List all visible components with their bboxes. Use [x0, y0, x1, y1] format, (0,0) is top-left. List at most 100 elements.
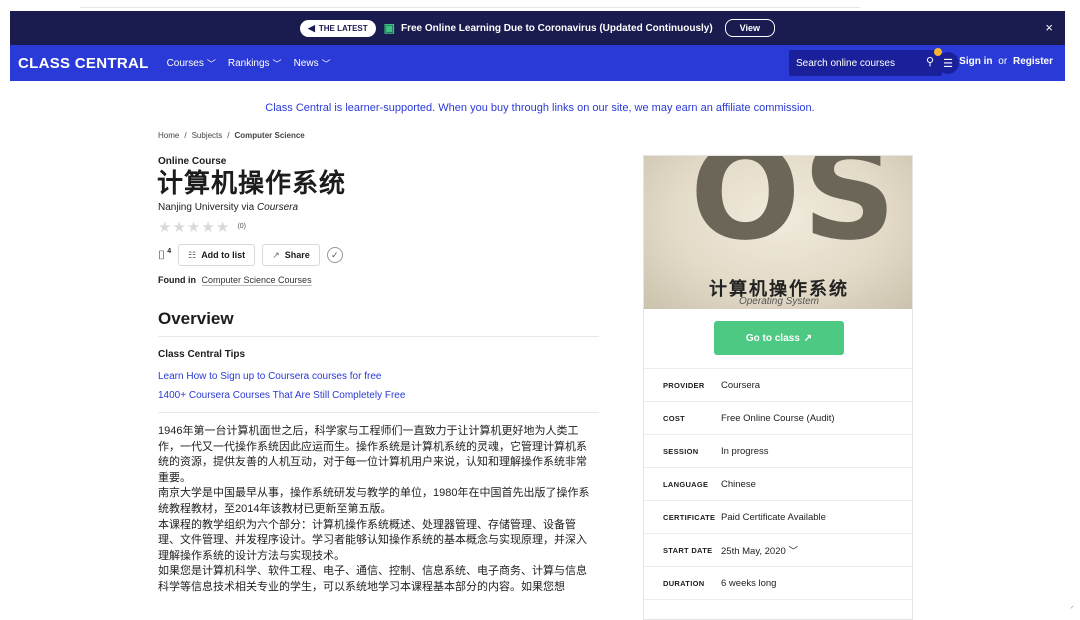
breadcrumb-separator: /	[227, 131, 230, 140]
star-icon: ★	[215, 219, 231, 236]
share-icon: ↗	[272, 249, 280, 260]
description-paragraph: 1946年第一台计算机面世之后，科学家与工程师们一直致力于让计算机更好地为人类工…	[158, 425, 587, 484]
chevron-down-icon: ﹀	[788, 546, 798, 557]
main-navbar: CLASS CENTRAL Courses ﹀ Rankings ﹀ News …	[10, 45, 1065, 81]
my-list-icon[interactable]: ☰	[937, 52, 959, 74]
register-link[interactable]: Register	[1013, 56, 1053, 67]
latest-badge: ◀ THE LATEST	[299, 19, 376, 37]
top-strip	[80, 0, 860, 8]
cover-subtitle: Operating System	[738, 296, 820, 307]
class-central-logo[interactable]: CLASS CENTRAL	[18, 55, 149, 72]
provider-prefix: Nanjing University via	[158, 202, 255, 213]
course-type: Online Course	[158, 156, 227, 167]
nav-rankings[interactable]: Rankings ﹀	[228, 57, 282, 70]
course-cover-image: OS 计算机操作系统 Operating System	[644, 156, 912, 309]
detail-key: START DATE	[663, 545, 713, 555]
found-in: Found in Computer Science Courses	[158, 275, 312, 286]
breadcrumb-home[interactable]: Home	[158, 131, 179, 140]
rating-stars[interactable]: ★★★★★ (0)	[158, 218, 246, 236]
banner-message[interactable]: Free Online Learning Due to Coronavirus …	[401, 23, 713, 34]
affiliate-notice[interactable]: Class Central is learner-supported. When…	[0, 102, 1080, 114]
detail-value: Chinese	[721, 478, 756, 490]
platform-link[interactable]: Coursera	[257, 202, 298, 213]
overview-heading: Overview	[158, 309, 234, 328]
course-sidebar-card: OS 计算机操作系统 Operating System Go to class …	[643, 155, 913, 620]
divider	[158, 336, 599, 337]
detail-row-start-date[interactable]: START DATE 25th May, 2020 ﹀	[644, 533, 912, 566]
found-in-link[interactable]: Computer Science Courses	[201, 275, 312, 286]
share-label: Share	[284, 250, 310, 260]
nav-courses[interactable]: Courses ﹀	[167, 57, 216, 70]
chevron-down-icon: ﹀	[272, 58, 282, 69]
banner-close-icon[interactable]: ×	[1045, 20, 1053, 35]
go-to-class-button[interactable]: Go to class ↗	[714, 321, 844, 355]
detail-value[interactable]: Coursera	[721, 380, 760, 391]
bookmark-button[interactable]: ⌷ 4	[158, 248, 171, 263]
breadcrumb-subjects[interactable]: Subjects	[192, 131, 223, 140]
tip-link[interactable]: Learn How to Sign up to Coursera courses…	[158, 371, 381, 382]
star-icon: ★	[158, 219, 173, 236]
star-icon: ★	[201, 219, 216, 236]
detail-row-language: LANGUAGE Chinese	[644, 467, 912, 500]
mark-complete-icon[interactable]: ✓	[326, 247, 343, 263]
description-paragraph: 如果您是计算机科学、软件工程、电子、通信、控制、信息系统、电子商务、计算与信息科…	[158, 565, 587, 593]
course-actions: ⌷ 4 ☷ Add to list ↗ Share ✓	[158, 244, 343, 266]
description-paragraph: 南京大学是中国最早从事，操作系统研发与教学的单位，1980年在中国首先出版了操作…	[158, 487, 590, 515]
start-date-value: 25th May, 2020	[721, 546, 786, 557]
detail-value[interactable]: 25th May, 2020 ﹀	[721, 543, 798, 557]
megaphone-icon: ◀	[307, 22, 315, 33]
description-paragraph: 本课程的教学组织为六个部分：计算机操作系统概述、处理器管理、存储管理、设备管理、…	[158, 518, 587, 562]
nav-news[interactable]: News ﹀	[294, 57, 331, 70]
course-provider: Nanjing University via Coursera	[158, 202, 298, 213]
search-input[interactable]: Search online courses ⚲	[789, 50, 942, 76]
sign-in-link[interactable]: Sign in	[959, 56, 992, 67]
search-icon[interactable]: ⚲	[926, 55, 934, 68]
page-title: 计算机操作系统	[157, 168, 347, 198]
detail-row-duration: DURATION 6 weeks long	[644, 566, 912, 599]
learning-icon: ▣	[383, 21, 395, 35]
nav-rankings-label: Rankings	[227, 57, 270, 69]
detail-row	[644, 599, 912, 619]
breadcrumb-current[interactable]: Computer Science	[235, 131, 305, 140]
banner-view-button[interactable]: View	[724, 19, 776, 37]
external-link-icon: ↗	[803, 332, 813, 344]
star-icon: ★	[186, 219, 202, 236]
bookmark-icon: ⌷	[158, 247, 166, 262]
tips-heading: Class Central Tips	[158, 349, 246, 360]
nav-news-label: News	[293, 57, 319, 69]
divider	[158, 412, 599, 413]
detail-row-provider: PROVIDER Coursera	[644, 368, 912, 401]
detail-key: DURATION	[663, 578, 705, 588]
tip-link[interactable]: 1400+ Coursera Courses That Are Still Co…	[158, 390, 405, 401]
rating-count: (0)	[237, 223, 246, 230]
detail-value: Paid Certificate Available	[721, 511, 826, 523]
list-icon: ☷	[188, 249, 197, 260]
add-to-list-button[interactable]: ☷ Add to list	[178, 244, 256, 266]
auth-or-text: or	[998, 56, 1008, 67]
detail-key: PROVIDER	[663, 380, 705, 390]
detail-value: Free Online Course (Audit)	[721, 412, 835, 424]
detail-key: LANGUAGE	[663, 479, 709, 489]
auth-links: Sign in or Register	[959, 56, 1053, 67]
detail-key: SESSION	[663, 446, 699, 456]
nav-courses-label: Courses	[166, 57, 204, 69]
found-in-label: Found in	[158, 275, 196, 285]
share-button[interactable]: ↗ Share	[262, 244, 320, 266]
add-to-list-label: Add to list	[201, 250, 246, 260]
go-to-class-label: Go to class	[745, 332, 800, 344]
detail-key: COST	[663, 413, 686, 423]
chevron-down-icon: ﹀	[321, 58, 331, 69]
bookmark-count: 4	[167, 247, 172, 255]
detail-row-session: SESSION In progress	[644, 434, 912, 467]
detail-row-certificate: CERTIFICATE Paid Certificate Available	[644, 500, 912, 533]
announcement-banner: ◀ THE LATEST ▣ Free Online Learning Due …	[10, 11, 1065, 45]
resize-handle[interactable]: ⸝	[1070, 600, 1074, 611]
course-description: 1946年第一台计算机面世之后，科学家与工程师们一直致力于让计算机更好地为人类工…	[158, 424, 595, 612]
detail-row-cost: COST Free Online Course (Audit)	[644, 401, 912, 434]
detail-value: In progress	[721, 445, 769, 457]
star-icon: ★	[172, 219, 187, 236]
search-placeholder: Search online courses	[796, 57, 895, 69]
detail-key: CERTIFICATE	[663, 512, 716, 522]
breadcrumb: Home / Subjects / Computer Science	[158, 131, 305, 140]
cover-os-letters: OS	[690, 156, 899, 269]
